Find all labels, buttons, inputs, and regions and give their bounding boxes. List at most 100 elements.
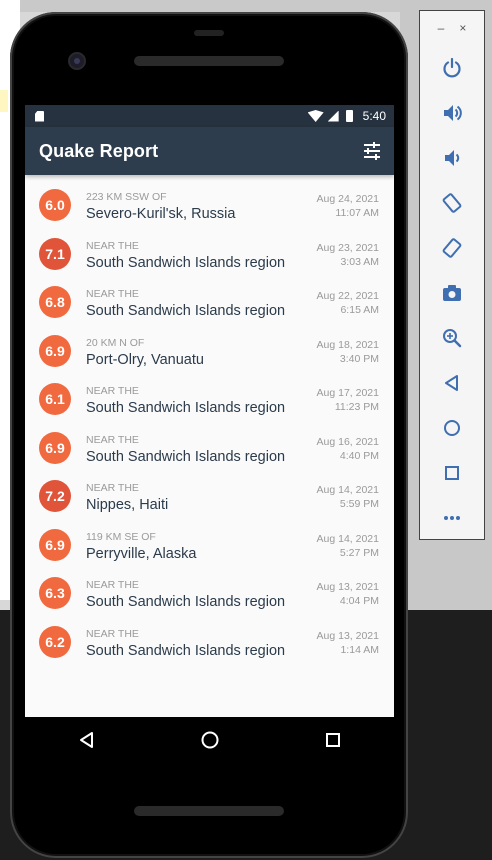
earthquake-list-item[interactable]: 6.9 20 KM N OF Port-Olry, Vanuatu Aug 18, 2… bbox=[25, 331, 394, 380]
front-camera bbox=[70, 54, 84, 68]
battery-icon bbox=[345, 110, 353, 122]
date-time: Aug 22, 2021 6:15 AM bbox=[317, 289, 379, 317]
location-text: NEAR THE South Sandwich Islands region bbox=[86, 282, 317, 320]
primary-location: South Sandwich Islands region bbox=[86, 594, 286, 610]
date-time: Aug 24, 2021 11:07 AM bbox=[317, 192, 379, 220]
date-time: Aug 13, 2021 1:14 AM bbox=[317, 629, 379, 657]
primary-location: Severo-Kuril'sk, Russia bbox=[86, 206, 236, 222]
time: 4:40 PM bbox=[339, 449, 379, 462]
location-offset: NEAR THE bbox=[86, 385, 139, 397]
nav-back-button[interactable] bbox=[67, 720, 107, 760]
screenshot-button[interactable] bbox=[420, 270, 484, 315]
rotate-right-button[interactable] bbox=[420, 225, 484, 270]
earthquake-list-item[interactable]: 6.8 NEAR THE South Sandwich Islands region… bbox=[25, 282, 394, 331]
volume-up-button[interactable] bbox=[420, 90, 484, 135]
time: 5:59 PM bbox=[339, 498, 379, 510]
magnitude-badge: 6.0 bbox=[39, 189, 71, 221]
home-icon bbox=[444, 419, 460, 436]
more-icon bbox=[444, 515, 460, 520]
earthquake-list-item[interactable]: 6.2 NEAR THE South Sandwich Islands region… bbox=[25, 622, 394, 671]
nav-home-button[interactable] bbox=[190, 720, 230, 760]
more-button[interactable] bbox=[420, 495, 484, 540]
camera-icon bbox=[443, 284, 461, 301]
overview-button[interactable] bbox=[420, 450, 484, 495]
earthquake-list-item[interactable]: 7.2 NEAR THE Nippes, Haiti Aug 14, 2021 5:59… bbox=[25, 476, 394, 525]
emulator-toolbar: – × bbox=[419, 10, 485, 540]
settings-filter-icon[interactable] bbox=[362, 142, 382, 160]
primary-location: South Sandwich Islands region bbox=[86, 448, 286, 465]
earthquake-list-item[interactable]: 6.1 NEAR THE South Sandwich Islands region… bbox=[25, 379, 394, 428]
nav-overview-button[interactable] bbox=[313, 720, 353, 760]
app-title: Quake Report bbox=[39, 140, 159, 161]
date: Aug 16, 2021 bbox=[316, 435, 379, 448]
home-button[interactable] bbox=[420, 405, 484, 450]
earthquake-list-item[interactable]: 6.9 NEAR THE South Sandwich Islands region… bbox=[25, 428, 394, 477]
volume-up-icon bbox=[444, 104, 462, 121]
date-time: Aug 17, 2021 11:23 PM bbox=[317, 386, 379, 414]
date: Aug 24, 2021 bbox=[316, 193, 379, 205]
date-time: Aug 18, 2021 3:40 PM bbox=[317, 338, 379, 366]
primary-location: Nippes, Haiti bbox=[86, 497, 169, 513]
date-time: Aug 13, 2021 4:04 PM bbox=[317, 580, 379, 608]
location-offset: 20 KM N OF bbox=[86, 336, 145, 349]
magnitude-badge: 6.9 bbox=[39, 431, 71, 464]
earthquake-list-item[interactable]: 7.1 NEAR THE South Sandwich Islands region… bbox=[25, 234, 394, 283]
earthquake-list-item[interactable]: 6.3 NEAR THE South Sandwich Islands region… bbox=[25, 573, 394, 622]
magnitude-badge: 6.9 bbox=[39, 334, 71, 367]
time: 6:15 AM bbox=[340, 304, 379, 316]
location-offset: NEAR THE bbox=[86, 579, 139, 591]
time: 11:07 AM bbox=[335, 207, 379, 219]
magnitude-badge: 6.9 bbox=[39, 528, 71, 561]
bottom-speaker bbox=[134, 806, 284, 816]
volume-down-button[interactable] bbox=[420, 135, 484, 180]
date: Aug 22, 2021 bbox=[316, 290, 379, 302]
magnitude-badge: 6.1 bbox=[39, 383, 71, 415]
earpiece-speaker bbox=[134, 56, 284, 66]
location-offset: NEAR THE bbox=[86, 627, 139, 640]
location-text: NEAR THE South Sandwich Islands region bbox=[86, 428, 317, 466]
time: 1:14 AM bbox=[340, 643, 379, 656]
date-time: Aug 14, 2021 5:59 PM bbox=[317, 483, 379, 511]
date-time: Aug 23, 2021 3:03 AM bbox=[317, 241, 379, 269]
device-screen: 5:40 Quake Report 6.0 223 KM SSW OF Severo… bbox=[25, 105, 394, 717]
magnitude-badge: 7.2 bbox=[39, 480, 71, 512]
earthquake-list-item[interactable]: 6.0 223 KM SSW OF Severo-Kuril'sk, Russia A… bbox=[25, 185, 394, 234]
date-time: Aug 14, 2021 5:27 PM bbox=[317, 532, 379, 560]
host-editor-highlight bbox=[0, 90, 8, 112]
location-offset: 223 KM SSW OF bbox=[86, 191, 167, 203]
rotate-left-button[interactable] bbox=[420, 180, 484, 225]
location-text: NEAR THE South Sandwich Islands region bbox=[86, 622, 317, 660]
earthquake-list: 6.0 223 KM SSW OF Severo-Kuril'sk, Russia A… bbox=[25, 175, 394, 670]
time: 11:23 PM bbox=[334, 401, 379, 413]
close-button[interactable]: × bbox=[459, 21, 466, 35]
location-text: NEAR THE South Sandwich Islands region bbox=[86, 379, 317, 417]
date: Aug 18, 2021 bbox=[316, 338, 379, 351]
location-text: 119 KM SE OF Perryville, Alaska bbox=[86, 525, 317, 563]
location-offset: NEAR THE bbox=[86, 482, 139, 494]
date-time: Aug 16, 2021 4:40 PM bbox=[317, 435, 379, 463]
device-sensor bbox=[194, 30, 224, 36]
location-text: 223 KM SSW OF Severo-Kuril'sk, Russia bbox=[86, 185, 317, 223]
location-text: 20 KM N OF Port-Olry, Vanuatu bbox=[86, 331, 317, 369]
earthquake-list-item[interactable]: 6.9 119 KM SE OF Perryville, Alaska Aug 14,… bbox=[25, 525, 394, 574]
location-offset: NEAR THE bbox=[86, 433, 139, 446]
cell-signal-icon bbox=[327, 110, 339, 122]
location-offset: 119 KM SE OF bbox=[86, 530, 156, 543]
sd-card-icon bbox=[35, 110, 44, 122]
zoom-button[interactable] bbox=[420, 315, 484, 360]
date: Aug 17, 2021 bbox=[316, 387, 379, 399]
time: 3:40 PM bbox=[339, 352, 379, 365]
back-button[interactable] bbox=[420, 360, 484, 405]
volume-down-icon bbox=[445, 149, 460, 166]
home-circle-icon bbox=[201, 731, 218, 749]
minimize-button[interactable]: – bbox=[438, 21, 445, 35]
date: Aug 13, 2021 bbox=[316, 581, 379, 593]
navigation-bar bbox=[25, 717, 394, 763]
app-bar: Quake Report bbox=[25, 127, 394, 175]
location-text: NEAR THE South Sandwich Islands region bbox=[86, 234, 317, 272]
back-icon bbox=[445, 374, 458, 391]
power-button[interactable] bbox=[420, 45, 484, 90]
time: 4:04 PM bbox=[339, 595, 379, 607]
date: Aug 14, 2021 bbox=[316, 532, 379, 545]
zoom-icon bbox=[443, 328, 462, 347]
